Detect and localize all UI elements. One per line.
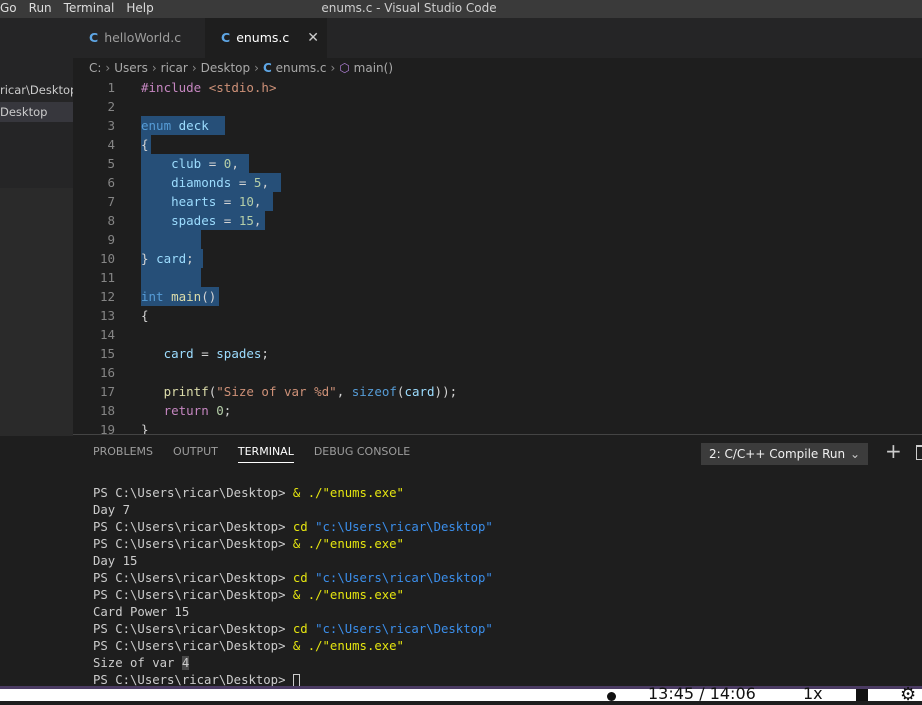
terminal-line: Day 15 <box>93 554 138 568</box>
line-number: 16 <box>99 365 115 380</box>
panel-tabs: PROBLEMS OUTPUT TERMINAL DEBUG CONSOLE <box>93 445 410 463</box>
code-line: 4{ <box>73 135 922 154</box>
terminal-output[interactable]: PS C:\Users\ricar\Desktop> & ./"enums.ex… <box>93 485 493 689</box>
volume-icon[interactable] <box>607 692 616 701</box>
breadcrumb-item[interactable]: C: <box>89 61 101 75</box>
tab-output[interactable]: OUTPUT <box>173 445 218 463</box>
line-number: 1 <box>107 80 115 95</box>
terminal-line: PS C:\Users\ricar\Desktop> cd "c:\Users\… <box>93 520 493 534</box>
c-file-icon: C <box>221 30 231 45</box>
terminal-line: PS C:\Users\ricar\Desktop> & ./"enums.ex… <box>93 588 404 602</box>
code-line: 18 return 0; <box>73 401 922 420</box>
line-number: 7 <box>107 194 115 209</box>
tab-problems[interactable]: PROBLEMS <box>93 445 153 463</box>
sidebar-header <box>0 18 73 58</box>
bottom-panel: PROBLEMS OUTPUT TERMINAL DEBUG CONSOLE 2… <box>73 434 922 689</box>
code-line: 14 <box>73 325 922 344</box>
terminal-line: Size of var 4 <box>93 656 190 670</box>
c-file-icon: C <box>89 30 99 45</box>
breadcrumb-item[interactable]: ricar <box>161 61 188 75</box>
line-number: 3 <box>107 118 115 133</box>
line-number: 12 <box>99 289 115 304</box>
chevron-right-icon: › <box>330 61 336 75</box>
line-number: 6 <box>107 175 115 190</box>
code-line: 2 <box>73 97 922 116</box>
sidebar-item-ricar-desktop[interactable]: ricar\Desktop <box>0 80 73 100</box>
tab-helloworld[interactable]: ChelloWorld.c <box>89 18 209 58</box>
video-progress-bar[interactable] <box>0 686 922 689</box>
code-line: 7 hearts = 10, <box>73 192 922 211</box>
tab-label: enums.c <box>236 30 290 45</box>
line-number: 19 <box>99 422 115 434</box>
title-bar: Go Run Terminal Help enums.c - Visual St… <box>0 0 922 18</box>
chevron-right-icon: › <box>105 61 111 75</box>
code-editor[interactable]: 1 #include <stdio.h> 2 3 enum deck 4{ 5 cl… <box>73 78 922 434</box>
terminal-line: PS C:\Users\ricar\Desktop> cd "c:\Users\… <box>93 622 493 636</box>
chevron-down-icon: ⌄ <box>849 447 860 461</box>
sidebar-lower-pane <box>0 188 73 436</box>
line-number: 9 <box>107 232 115 247</box>
code-line: 19} <box>73 420 922 434</box>
c-file-icon: C <box>262 61 272 75</box>
terminal-line: PS C:\Users\ricar\Desktop> cd "c:\Users\… <box>93 571 493 585</box>
line-number: 15 <box>99 346 115 361</box>
tab-debug-console[interactable]: DEBUG CONSOLE <box>314 445 410 463</box>
line-number: 4 <box>107 137 115 152</box>
terminal-select-value: 2: C/C++ Compile Run <box>709 447 846 461</box>
tab-label: helloWorld.c <box>104 30 182 45</box>
code-line: 6 diamonds = 5, <box>73 173 922 192</box>
line-number: 13 <box>99 308 115 323</box>
line-number: 8 <box>107 213 115 228</box>
tab-terminal[interactable]: TERMINAL <box>237 445 294 463</box>
code-line: 13{ <box>73 306 922 325</box>
terminal-line: PS C:\Users\ricar\Desktop> & ./"enums.ex… <box>93 537 404 551</box>
code-line: 5 club = 0, <box>73 154 922 173</box>
video-time: 13:45 / 14:06 <box>648 684 756 703</box>
line-number: 5 <box>107 156 115 171</box>
terminal-select[interactable]: 2: C/C++ Compile Run ⌄ <box>701 443 868 465</box>
line-number: 2 <box>107 99 115 114</box>
breadcrumb: C: › Users › ricar › Desktop › C enums.c › ⬡ main(… <box>73 58 922 78</box>
trash-icon[interactable] <box>916 445 922 460</box>
terminal-line: Day 7 <box>93 503 131 517</box>
line-number: 17 <box>99 384 115 399</box>
breadcrumb-item[interactable]: Desktop <box>201 61 251 75</box>
window-title: enums.c - Visual Studio Code <box>321 1 497 15</box>
chevron-right-icon: › <box>254 61 259 75</box>
breadcrumb-item[interactable]: enums.c <box>276 61 327 75</box>
code-line: 9 <box>73 230 922 249</box>
code-line: 10} card; <box>73 249 922 268</box>
sidebar-item-desktop[interactable]: Desktop <box>0 102 73 122</box>
stop-icon[interactable] <box>856 689 868 701</box>
cube-icon: ⬡ <box>339 61 350 75</box>
video-controls: 13:45 / 14:06 1x ⚙ <box>0 684 922 705</box>
code-line: 17 printf("Size of var %d", sizeof(card)… <box>73 382 922 401</box>
code-line: 11 <box>73 268 922 287</box>
line-number: 10 <box>99 251 115 266</box>
playback-rate[interactable]: 1x <box>803 686 823 702</box>
code-line: 12 int main() <box>73 287 922 306</box>
breadcrumb-item[interactable]: main() <box>354 61 393 75</box>
close-icon[interactable]: ✕ <box>307 30 319 46</box>
terminal-line: Card Power 15 <box>93 605 190 619</box>
terminal-line: PS C:\Users\ricar\Desktop> & ./"enums.ex… <box>93 639 404 653</box>
tab-enums[interactable]: Cenums.c ✕ <box>205 18 327 58</box>
code-line: 16 <box>73 363 922 382</box>
line-number: 14 <box>99 327 115 342</box>
chevron-right-icon: › <box>191 61 197 75</box>
breadcrumb-item[interactable]: Users <box>114 61 148 75</box>
code-line: 8 spades = 15, <box>73 211 922 230</box>
line-number: 18 <box>99 403 115 418</box>
code-line: 1 #include <stdio.h> <box>73 78 922 97</box>
editor-tabs: ChelloWorld.c Cenums.c ✕ <box>73 18 922 58</box>
explorer-sidebar: ricar\Desktop Desktop <box>0 18 73 436</box>
plus-icon[interactable]: + <box>885 439 902 463</box>
code-line: 15 card = spades; <box>73 344 922 363</box>
line-number: 11 <box>99 270 115 285</box>
terminal-line: PS C:\Users\ricar\Desktop> & ./"enums.ex… <box>93 486 404 500</box>
chevron-right-icon: › <box>151 61 157 75</box>
code-line: 3 enum deck <box>73 116 922 135</box>
gear-icon[interactable]: ⚙ <box>900 684 916 705</box>
